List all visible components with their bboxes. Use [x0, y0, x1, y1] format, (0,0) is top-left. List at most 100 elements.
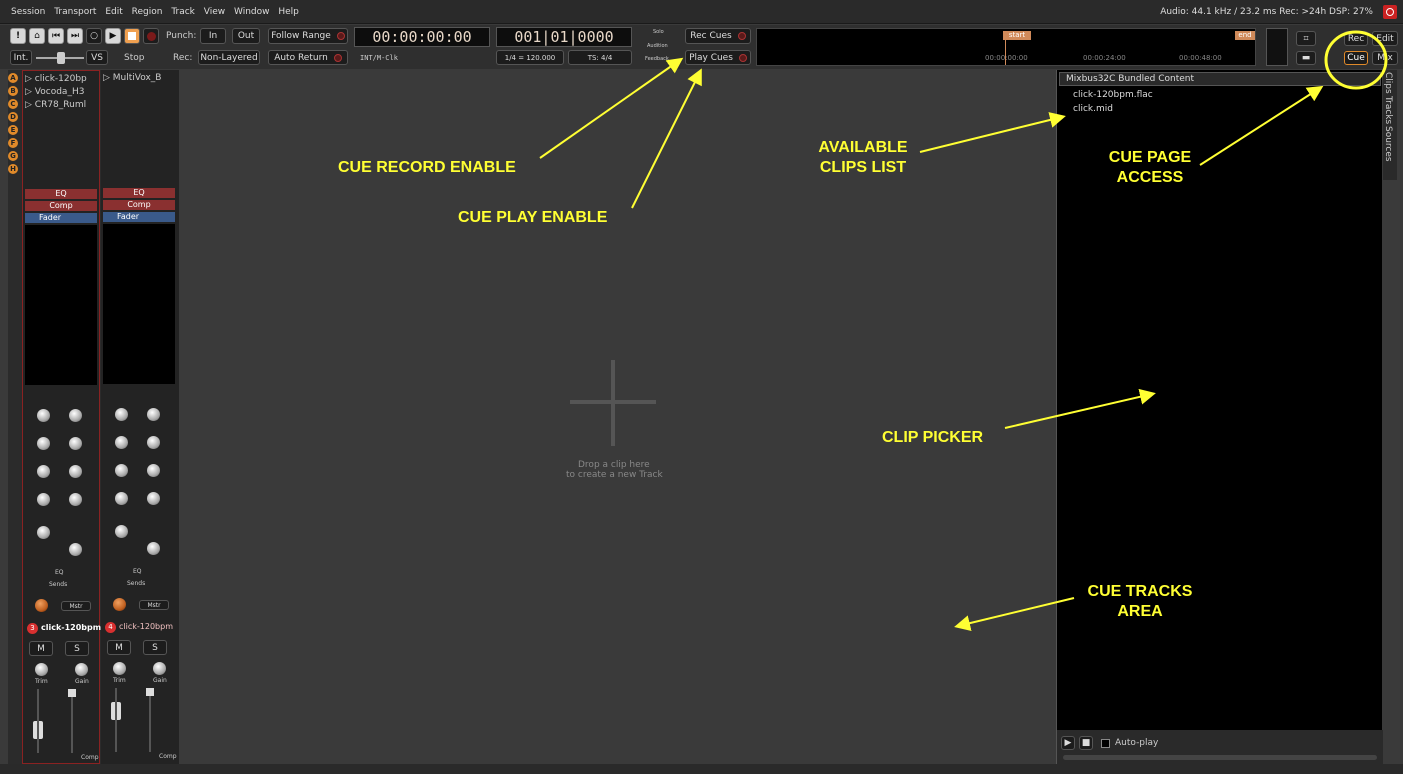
clip-list-item[interactable]: click.mid: [1073, 104, 1113, 114]
int-button[interactable]: Int.: [10, 50, 32, 65]
clip-list-item[interactable]: click-120bpm.flac: [1073, 90, 1153, 100]
loop-icon[interactable]: ○: [86, 28, 102, 44]
eq-knob[interactable]: [37, 493, 50, 506]
dsp-reset-icon[interactable]: [1383, 5, 1397, 19]
comp-plugin[interactable]: Comp: [25, 201, 97, 211]
metronome-icon[interactable]: ⌂: [29, 28, 45, 44]
rec-cues-button[interactable]: Rec Cues: [685, 28, 751, 44]
eq-knob[interactable]: [115, 436, 128, 449]
gain-knob[interactable]: [75, 663, 88, 676]
mute-button[interactable]: M: [107, 640, 131, 655]
comp-fader-handle[interactable]: [68, 689, 76, 697]
preview-scrubber[interactable]: [1063, 755, 1377, 760]
eq-knob[interactable]: [69, 437, 82, 450]
goto-start-icon[interactable]: ⏮: [48, 28, 64, 44]
eq-knob[interactable]: [147, 492, 160, 505]
cue-letter-g[interactable]: G: [8, 151, 18, 161]
comp-plugin[interactable]: Comp: [103, 200, 175, 210]
record-icon[interactable]: [143, 28, 159, 44]
auto-return-button[interactable]: Auto Return: [268, 50, 348, 65]
autoplay-checkbox[interactable]: [1101, 739, 1110, 748]
punch-in-button[interactable]: In: [200, 28, 226, 44]
comp-fader-handle[interactable]: [146, 688, 154, 696]
cue-letter-b[interactable]: B: [8, 86, 18, 96]
eq-knob[interactable]: [115, 408, 128, 421]
punch-out-button[interactable]: Out: [232, 28, 260, 44]
follow-range-button[interactable]: Follow Range: [268, 28, 348, 44]
eq-knob[interactable]: [37, 409, 50, 422]
fader-plugin[interactable]: Fader: [103, 212, 175, 222]
shuttle-handle[interactable]: [57, 52, 65, 64]
start-marker[interactable]: start: [1003, 31, 1031, 40]
rec-mode-select[interactable]: Non-Layered: [198, 50, 260, 65]
tab-tracks[interactable]: Tracks: [1383, 96, 1393, 124]
trigger-slot[interactable]: ▷ MultiVox_B: [103, 72, 175, 85]
panic-icon[interactable]: !: [10, 28, 26, 44]
eq-plugin[interactable]: EQ: [103, 188, 175, 198]
time-signature-button[interactable]: TS: 4/4: [568, 50, 632, 65]
mix-page-button[interactable]: Mix: [1372, 51, 1398, 65]
comp-fader-track[interactable]: [149, 696, 151, 752]
audition-label[interactable]: Audition: [647, 43, 668, 49]
gain-fader-track[interactable]: [115, 688, 117, 752]
track-name[interactable]: click-120bpm: [119, 622, 173, 631]
preview-play-icon[interactable]: ▶: [1061, 736, 1075, 750]
edit-page-button[interactable]: Edit: [1372, 31, 1398, 46]
eq-knob[interactable]: [115, 492, 128, 505]
eq-knob[interactable]: [147, 464, 160, 477]
cue-tracks-area[interactable]: Drop a clip here to create a new Track: [180, 70, 1052, 764]
eq-knob[interactable]: [69, 493, 82, 506]
menu-help[interactable]: Help: [275, 0, 302, 24]
menu-session[interactable]: Session: [8, 0, 48, 24]
eq-knob[interactable]: [147, 408, 160, 421]
eq-knob[interactable]: [37, 437, 50, 450]
crop-icon[interactable]: ⌗: [1296, 31, 1316, 46]
solo-button[interactable]: S: [65, 641, 89, 656]
cue-letter-e[interactable]: E: [8, 125, 18, 135]
clip-source-select[interactable]: Mixbus32C Bundled Content: [1059, 72, 1381, 86]
trigger-slot[interactable]: ▷ Vocoda_H3: [25, 86, 95, 99]
preview-stop-icon[interactable]: ■: [1079, 736, 1093, 750]
rec-page-button[interactable]: Rec: [1344, 31, 1368, 46]
eq-knob[interactable]: [147, 542, 160, 555]
vs-button[interactable]: VS: [86, 50, 108, 65]
editor-list-icon[interactable]: ▬: [1296, 51, 1316, 65]
tab-sources[interactable]: Sources: [1383, 126, 1393, 162]
eq-knob[interactable]: [37, 526, 50, 539]
play-cues-button[interactable]: Play Cues: [685, 50, 751, 65]
cue-letter-a[interactable]: A: [8, 73, 18, 83]
send-knob[interactable]: [35, 599, 48, 612]
solo-button[interactable]: S: [143, 640, 167, 655]
fader-plugin[interactable]: Fader: [25, 213, 97, 223]
menu-view[interactable]: View: [201, 0, 228, 24]
menu-transport[interactable]: Transport: [51, 0, 99, 24]
secondary-clock[interactable]: 001|01|0000: [496, 27, 632, 47]
stop-icon[interactable]: [124, 28, 140, 44]
eq-knob[interactable]: [37, 465, 50, 478]
gain-fader-track[interactable]: [37, 689, 39, 753]
track-name[interactable]: click-120bpm: [41, 623, 101, 632]
primary-clock[interactable]: 00:00:00:00: [354, 27, 490, 47]
eq-knob[interactable]: [69, 465, 82, 478]
eq-plugin[interactable]: EQ: [25, 189, 97, 199]
eq-knob[interactable]: [69, 543, 82, 556]
cue-letter-h[interactable]: H: [8, 164, 18, 174]
menu-region[interactable]: Region: [129, 0, 166, 24]
play-icon[interactable]: ▶: [105, 28, 121, 44]
trigger-slot[interactable]: ▷ CR78_Ruml: [25, 99, 95, 112]
mini-timeline[interactable]: start end 00:00:00:00 00:00:24:00 00:00:…: [756, 28, 1256, 66]
eq-knob[interactable]: [115, 525, 128, 538]
solo-label[interactable]: Solo: [653, 29, 664, 35]
gain-knob[interactable]: [153, 662, 166, 675]
tab-clips[interactable]: Clips: [1383, 72, 1393, 94]
trim-knob[interactable]: [35, 663, 48, 676]
send-knob[interactable]: [113, 598, 126, 611]
eq-knob[interactable]: [115, 464, 128, 477]
feedback-label[interactable]: Feedback: [645, 56, 669, 62]
end-marker[interactable]: end: [1235, 31, 1255, 40]
tempo-button[interactable]: 1/4 = 120.000: [496, 50, 564, 65]
cue-letter-c[interactable]: C: [8, 99, 18, 109]
eq-knob[interactable]: [69, 409, 82, 422]
master-send-button[interactable]: Mstr: [61, 601, 91, 611]
goto-end-icon[interactable]: ⏭: [67, 28, 83, 44]
